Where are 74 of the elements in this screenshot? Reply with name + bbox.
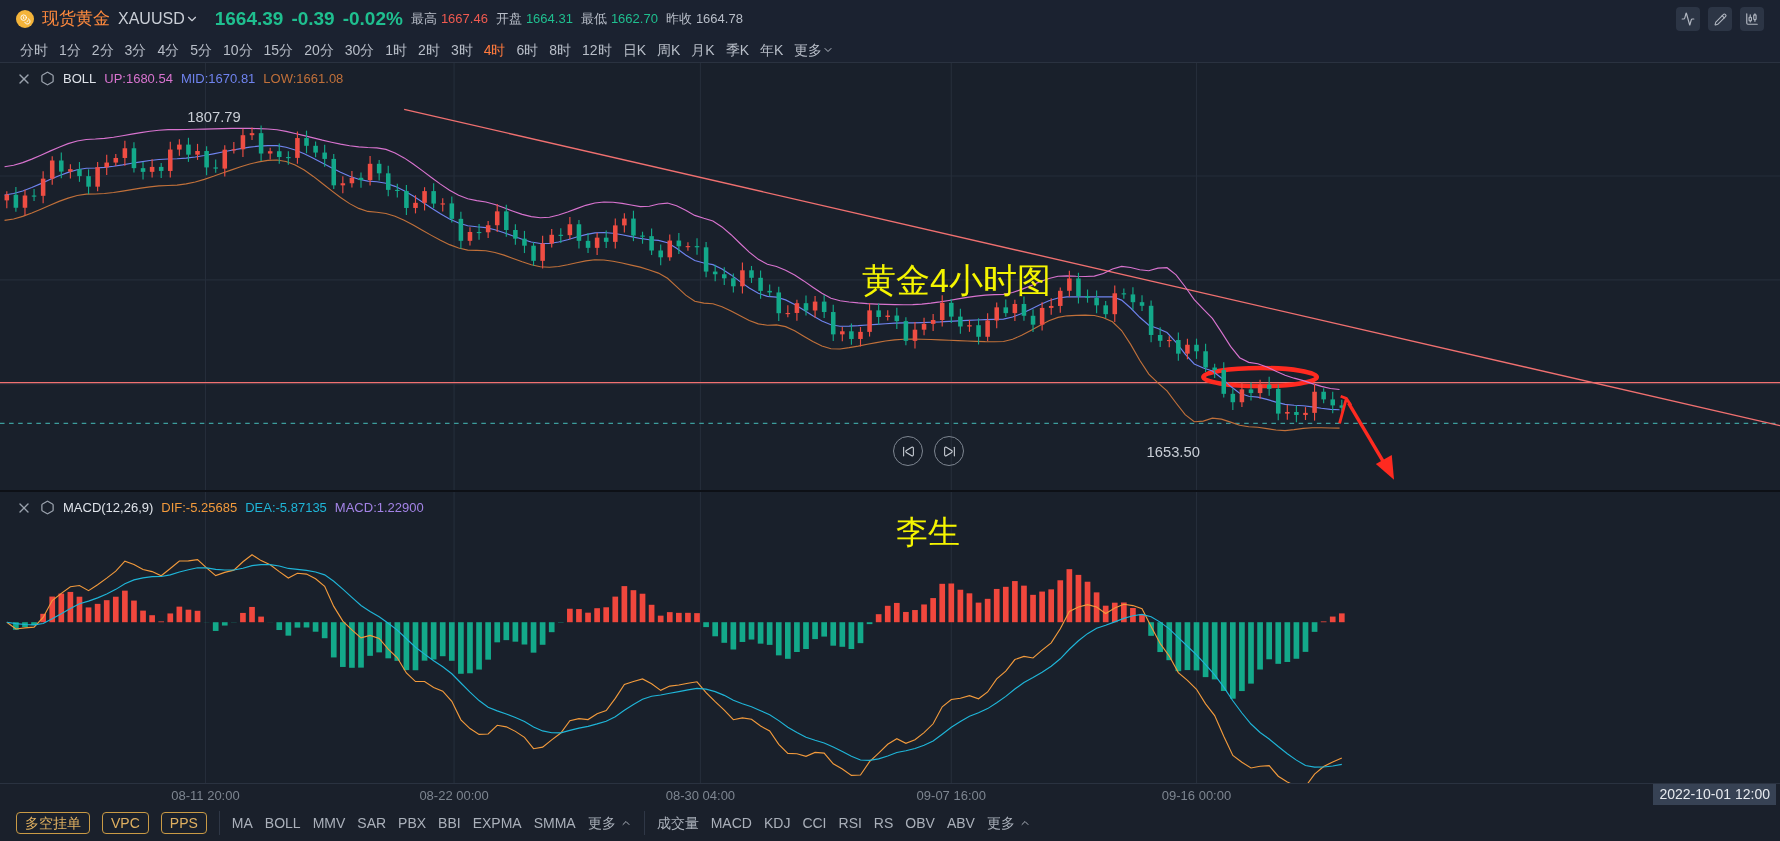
stat-label: 昨收 (665, 10, 692, 29)
period-tab[interactable]: 4时 (483, 39, 506, 61)
indicator-tab[interactable]: PBX (398, 812, 427, 834)
period-tab[interactable]: 8时 (549, 39, 572, 61)
more-periods-button[interactable]: 更多 (794, 39, 835, 61)
tool-button[interactable]: VPC (102, 812, 149, 834)
indicator-tab[interactable]: ABV (946, 812, 975, 834)
period-tab[interactable]: 1分 (59, 39, 81, 61)
indicator-name: BOLL (63, 70, 97, 88)
period-tab[interactable]: 15分 (263, 39, 294, 61)
stat-label: 最高 (410, 10, 437, 29)
period-tab[interactable]: 周K (657, 39, 681, 61)
period-tab[interactable]: 分时 (20, 39, 48, 61)
period-tab[interactable]: 4分 (157, 39, 180, 61)
stat-value: 1664.31 (525, 10, 573, 29)
period-tab[interactable]: 2分 (91, 39, 114, 61)
indicator-value: DIF:-5.25685 (161, 499, 238, 517)
indicator-value: MID:1670.81 (180, 70, 256, 88)
period-tab[interactable]: 10分 (223, 39, 253, 61)
period-tab[interactable]: 月K (691, 39, 715, 61)
period-tab[interactable]: 年K (760, 39, 784, 61)
period-tab[interactable]: 5分 (190, 39, 212, 61)
indicator-tab[interactable]: MMV (312, 812, 346, 834)
indicator-tab[interactable]: SAR (357, 812, 387, 834)
low-price-label: 1653.50 (1146, 444, 1200, 461)
indicator-tab[interactable]: BOLL (264, 812, 301, 834)
period-tab[interactable]: 20分 (304, 39, 334, 61)
period-tab[interactable]: 3分 (124, 39, 147, 61)
stat-value: 1664.78 (695, 10, 743, 29)
tool-button[interactable]: 多空挂单 (16, 812, 90, 834)
period-tab[interactable]: 3时 (450, 39, 473, 61)
price-change-percent: -0.02% (342, 6, 403, 31)
indicator-tab[interactable]: SMMA (533, 812, 576, 834)
period-tab[interactable]: 12时 (582, 39, 612, 61)
price-change: -0.39 (291, 6, 335, 31)
period-tab[interactable]: 日K (622, 39, 646, 61)
indicator-tab[interactable]: MACD (710, 812, 752, 834)
indicator-tab[interactable]: 成交量 (656, 812, 699, 834)
indicator-tab[interactable]: EXPMA (472, 812, 522, 834)
stat-label: 开盘 (495, 10, 522, 29)
period-tab[interactable]: 2时 (418, 39, 440, 61)
indicator-tab[interactable]: OBV (905, 812, 935, 834)
last-price: 1664.39 (214, 6, 284, 31)
more-indicators-button[interactable]: 更多 (587, 812, 632, 834)
more-indicators-button[interactable]: 更多 (986, 812, 1031, 834)
stat-value: 1662.70 (610, 10, 658, 29)
chart-note: 李生 (896, 513, 960, 552)
time-axis-label: 08-22 00:00 (419, 787, 489, 805)
high-price-label: 1807.79 (187, 108, 241, 125)
indicator-value: DEA:-5.87135 (245, 499, 327, 517)
indicator-tab[interactable]: RS (873, 812, 894, 834)
indicator-value: LOW:1661.08 (263, 70, 344, 88)
symbol-selector[interactable]: XAUUSD (118, 7, 199, 31)
indicator-value: UP:1680.54 (104, 70, 173, 88)
period-tab[interactable]: 季K (725, 39, 750, 61)
period-tab[interactable]: 30分 (344, 39, 375, 61)
tool-button[interactable]: PPS (160, 812, 207, 834)
stat-label: 最低 (580, 10, 607, 29)
indicator-tab[interactable]: MA (231, 812, 253, 834)
time-axis-label: 08-11 20:00 (171, 787, 240, 805)
indicator-tab[interactable]: CCI (802, 812, 827, 834)
indicator-value: MACD:1.22900 (334, 499, 424, 517)
period-tab[interactable]: 6时 (516, 39, 539, 61)
indicator-tab[interactable]: BBI (438, 812, 461, 834)
indicator-tab[interactable]: KDJ (763, 812, 791, 834)
period-tab[interactable]: 1时 (385, 39, 408, 61)
instrument-name: 现货黄金 (42, 8, 110, 31)
indicator-tab[interactable]: RSI (838, 812, 862, 834)
stat-value: 1667.46 (440, 10, 488, 29)
indicator-name: MACD(12,26,9) (63, 499, 154, 517)
crosshair-time-label: 2022-10-01 12:00 (1653, 784, 1776, 805)
time-axis-label: 09-16 00:00 (1161, 787, 1232, 805)
time-axis-label: 08-30 04:00 (665, 787, 736, 805)
time-axis-label: 09-07 16:00 (916, 787, 986, 805)
